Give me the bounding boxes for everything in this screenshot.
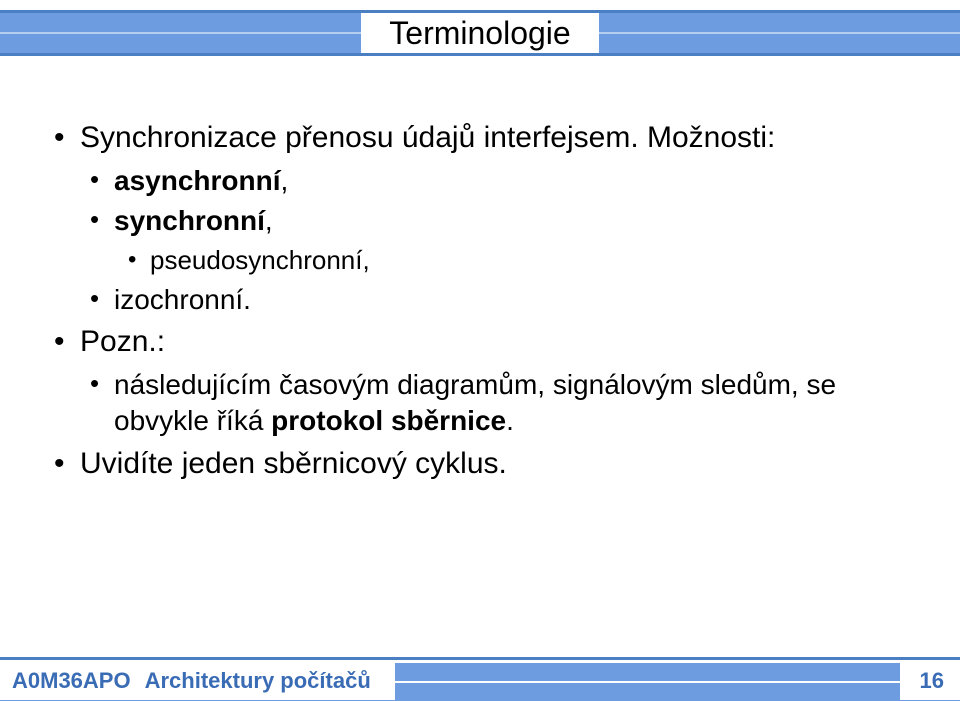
bullet-item: Synchronizace přenosu údajů interfejsem.… — [52, 118, 920, 157]
course-code: A0M36APO — [12, 668, 131, 694]
bullet-item: Uvidíte jeden sběrnicový cyklus. — [52, 444, 920, 483]
course-title: Architektury počítačů — [145, 668, 371, 694]
footer: A0M36APO Architektury počítačů 16 — [0, 657, 960, 701]
title-bar: Terminologie — [0, 10, 960, 56]
footer-right: 16 — [900, 662, 960, 700]
page-title: Terminologie — [361, 15, 598, 52]
page-number: 16 — [920, 668, 944, 694]
bullet-item: Pozn.: — [52, 322, 920, 361]
content-area: Synchronizace přenosu údajů interfejsem.… — [0, 56, 960, 483]
bullet-item: následujícím časovým diagramům, signálov… — [88, 367, 920, 440]
bullet-item: pseudosynchronní, — [126, 244, 920, 278]
title-stripe-left — [0, 13, 361, 53]
footer-left: A0M36APO Architektury počítačů — [0, 662, 395, 700]
title-stripe-right — [599, 13, 960, 53]
bullet-item: izochronní. — [88, 282, 920, 318]
bullet-item: synchronní, — [88, 203, 920, 239]
bullet-item: asynchronní, — [88, 163, 920, 199]
